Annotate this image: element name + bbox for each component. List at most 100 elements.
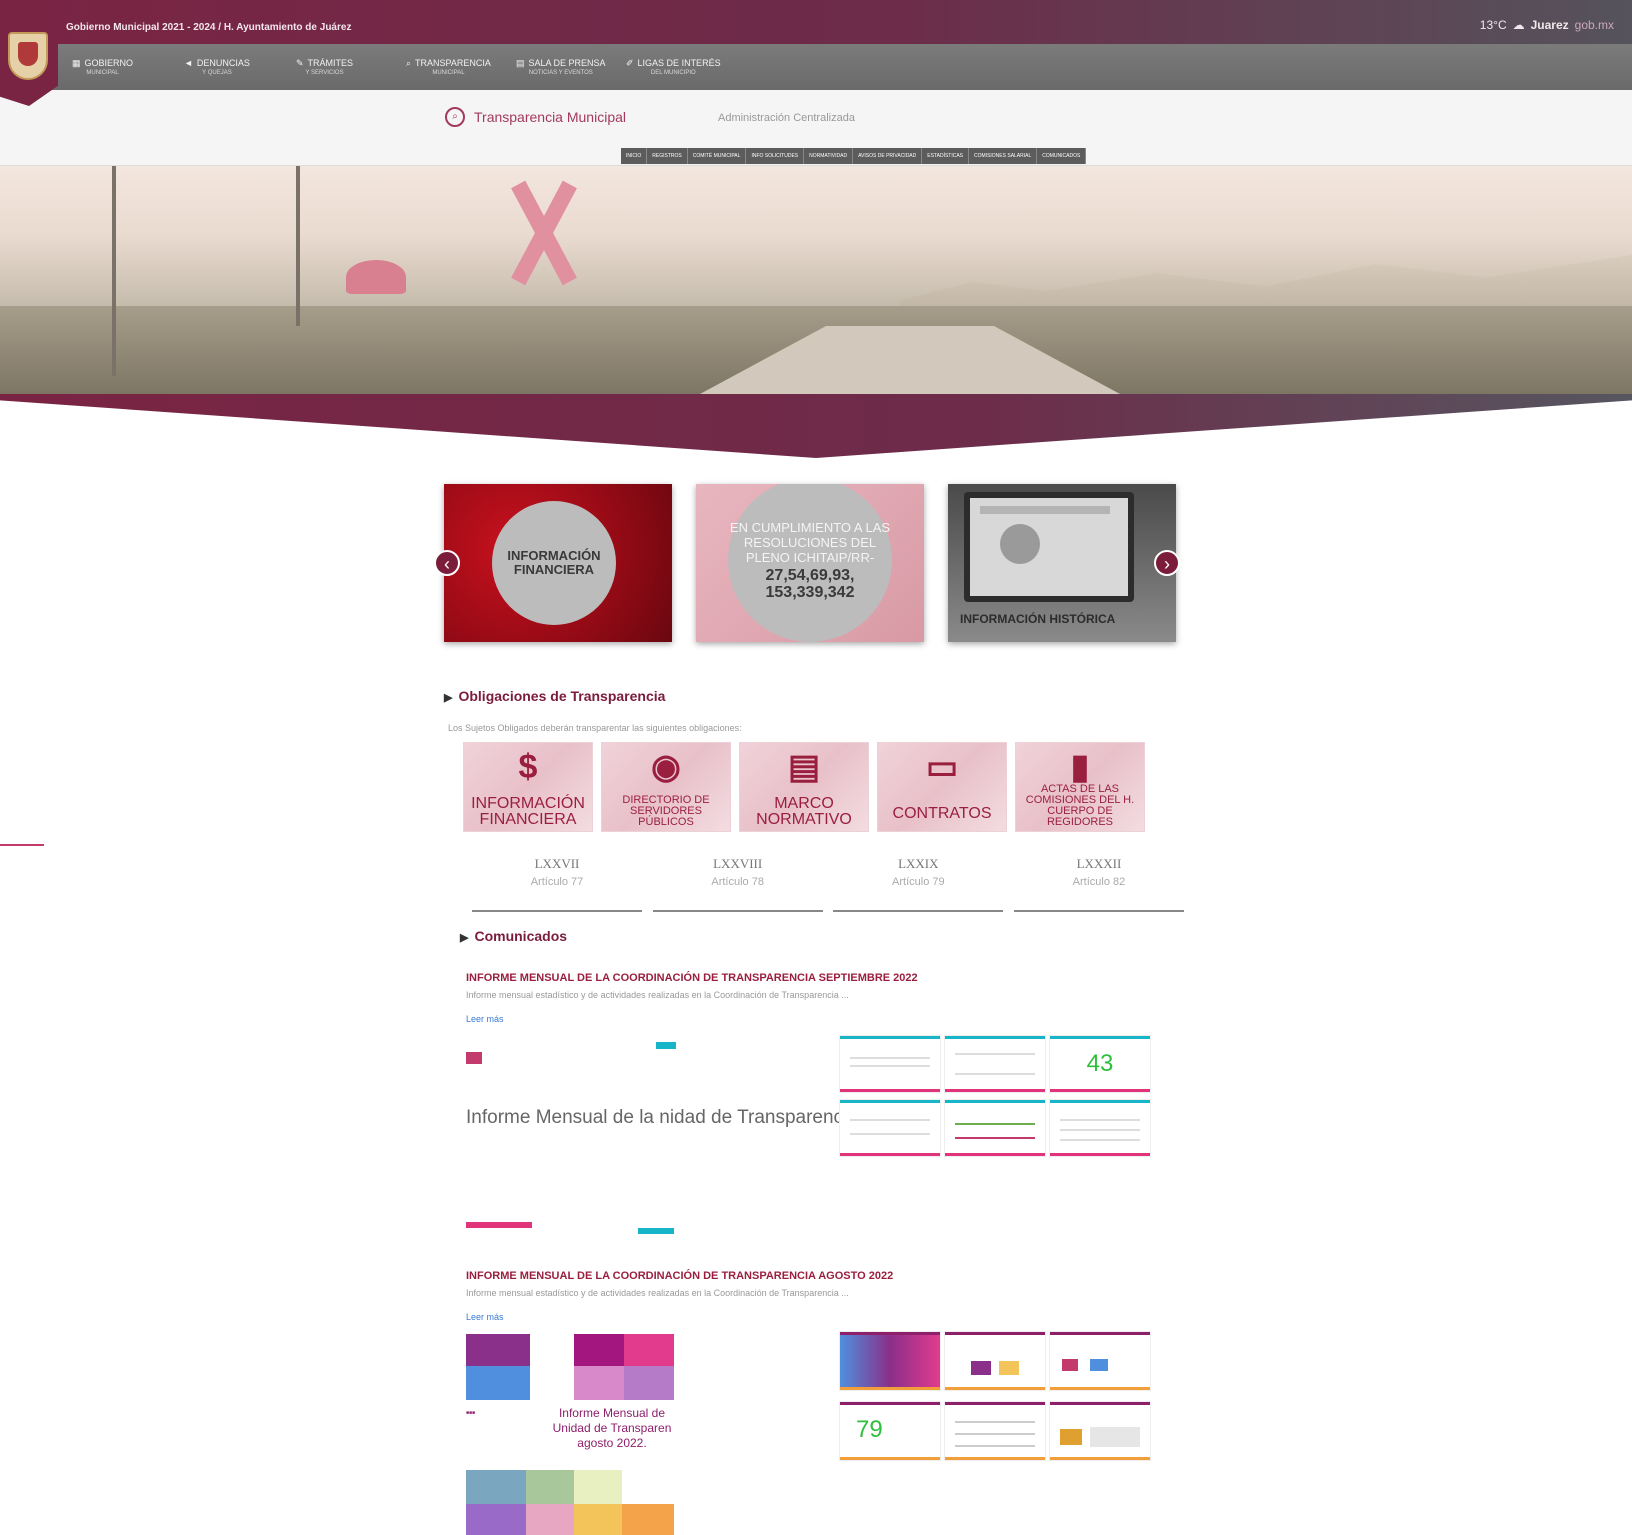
subnav-normatividad[interactable]: NORMATIVIDAD bbox=[804, 148, 854, 164]
slide-resoluciones[interactable]: EN CUMPLIMIENTO A LAS RESOLUCIONES DEL P… bbox=[696, 484, 924, 642]
report-page-thumb[interactable] bbox=[840, 1036, 940, 1092]
color-block bbox=[466, 1334, 530, 1366]
article-79[interactable]: LXXIX Artículo 79 bbox=[833, 856, 1004, 912]
color-block bbox=[622, 1504, 674, 1535]
thumb-number: 43 bbox=[1086, 1050, 1114, 1077]
report-page-thumb[interactable] bbox=[945, 1036, 1045, 1092]
search-icon: ⌕ bbox=[406, 58, 412, 68]
report-page-thumb[interactable] bbox=[945, 1100, 1045, 1156]
building-icon: ▦ bbox=[72, 58, 81, 68]
text-line bbox=[850, 1133, 930, 1135]
slide-text: EN CUMPLIMIENTO A LAS RESOLUCIONES DEL P… bbox=[729, 519, 891, 565]
brand-suffix: gob.mx bbox=[1574, 18, 1614, 32]
article-78[interactable]: LXXVIII Artículo 78 bbox=[652, 856, 823, 912]
subnav-solicitudes[interactable]: INFO SOLICITUDES bbox=[746, 148, 805, 164]
text-line bbox=[1060, 1119, 1140, 1121]
slide-circle: EN CUMPLIMIENTO A LAS RESOLUCIONES DEL P… bbox=[728, 484, 892, 642]
thumb-number: 79 bbox=[856, 1416, 883, 1443]
slide-informacion-historica[interactable]: INFORMACIÓN HISTÓRICA bbox=[948, 484, 1176, 642]
government-label: Gobierno Municipal 2021 - 2024 / H. Ayun… bbox=[66, 22, 352, 33]
page-title[interactable]: Transparencia Municipal bbox=[474, 109, 626, 125]
search-icon: ⌕ bbox=[445, 107, 465, 127]
report-page-thumb[interactable]: 79 bbox=[840, 1402, 940, 1460]
subnav-inicio[interactable]: INICIO bbox=[621, 148, 648, 164]
report-page-thumb[interactable] bbox=[945, 1402, 1045, 1460]
report-page-thumb[interactable] bbox=[840, 1332, 940, 1390]
nav-gobierno[interactable]: ▦ GOBIERNO MUNICIPAL bbox=[72, 58, 133, 78]
color-block bbox=[624, 1334, 674, 1366]
text-line bbox=[850, 1065, 930, 1067]
pencil-icon: ✎ bbox=[296, 58, 304, 68]
subnav-comunicados[interactable]: COMUNICADOS bbox=[1037, 148, 1087, 164]
carousel-next-arrow-icon[interactable]: › bbox=[1154, 550, 1180, 576]
laptop-image bbox=[964, 492, 1134, 602]
subnav-registros[interactable]: REGISTROS bbox=[647, 148, 688, 164]
transparency-header: ⌕ Transparencia Municipal Administración… bbox=[0, 90, 1632, 166]
article-82[interactable]: LXXXII Artículo 82 bbox=[1013, 856, 1184, 912]
read-more-link[interactable]: Leer más bbox=[466, 1312, 504, 1322]
chevron-band bbox=[0, 394, 1632, 458]
report-cover-image[interactable]: Informe Mensual de la nidad de Transpare… bbox=[466, 1036, 847, 1250]
obligation-tiles: $ INFORMACIÓN FINANCIERA ◉ DIRECTORIO DE… bbox=[463, 742, 1145, 832]
read-more-link[interactable]: Leer más bbox=[466, 1014, 504, 1024]
nav-transparencia[interactable]: ⌕ TRANSPARENCIA MUNICIPAL bbox=[406, 58, 491, 78]
subnav-avisos[interactable]: AVISOS DE PRIVACIDAD bbox=[853, 148, 923, 164]
tile-informacion-financiera[interactable]: $ INFORMACIÓN FINANCIERA bbox=[463, 742, 593, 832]
post-title[interactable]: INFORME MENSUAL DE LA COORDINACIÓN DE TR… bbox=[466, 1270, 893, 1282]
report-page-thumb[interactable] bbox=[840, 1100, 940, 1156]
tile-directorio[interactable]: ◉ DIRECTORIO DE SERVIDORES PÚBLICOS bbox=[601, 742, 731, 832]
color-block bbox=[466, 1470, 526, 1504]
report-page-thumb[interactable]: 43 bbox=[1050, 1036, 1150, 1092]
carousel-prev-arrow-icon[interactable]: ‹ bbox=[434, 550, 460, 576]
top-bar-right: 13°C ☁ Juarez gob.mx bbox=[1480, 18, 1614, 32]
logo-shape bbox=[1090, 1359, 1108, 1371]
color-block bbox=[526, 1504, 574, 1535]
triangle-right-icon: ▶ bbox=[460, 932, 469, 944]
report-page-thumb[interactable] bbox=[1050, 1100, 1150, 1156]
table-line bbox=[955, 1445, 1035, 1447]
report-thumbnails: 79 bbox=[840, 1332, 1150, 1460]
shield-icon bbox=[8, 32, 48, 80]
report-page-thumb[interactable] bbox=[1050, 1402, 1150, 1460]
temperature: 13°C bbox=[1479, 18, 1507, 32]
cover-title: Informe Mensual de Unidad de Transparen … bbox=[552, 1406, 672, 1450]
folder-shape bbox=[1060, 1429, 1082, 1445]
slide-label: INFORMACIÓN FINANCIERA bbox=[492, 501, 616, 625]
obligaciones-heading: ▶ Obligaciones de Transparencia bbox=[444, 688, 666, 704]
link-icon: ✐ bbox=[626, 58, 634, 68]
post-title[interactable]: INFORME MENSUAL DE LA COORDINACIÓN DE TR… bbox=[466, 972, 918, 984]
subnav-comite[interactable]: COMITÉ MUNICIPAL bbox=[688, 148, 747, 164]
dome-structure bbox=[346, 260, 406, 294]
slide-caption: INFORMACIÓN HISTÓRICA bbox=[960, 612, 1116, 626]
decor-bar bbox=[466, 1222, 532, 1228]
article-77[interactable]: LXXVII Artículo 77 bbox=[472, 856, 642, 912]
nav-sala-prensa[interactable]: ▤ SALA DE PRENSA NOTICIAS Y EVENTOS bbox=[516, 58, 606, 78]
subnav-comisiones[interactable]: COMISIONES SALARIAL bbox=[969, 148, 1038, 164]
text-line bbox=[955, 1053, 1035, 1055]
main-nav: ▦ GOBIERNO MUNICIPAL ◄ DENUNCIAS Y QUEJAS ✎ T… bbox=[0, 44, 1632, 90]
megaphone-icon: ◄ bbox=[184, 58, 193, 68]
text-line bbox=[850, 1119, 930, 1121]
report-page-thumb[interactable] bbox=[945, 1332, 1045, 1390]
subnav-estadisticas[interactable]: ESTADÍSTICAS bbox=[922, 148, 970, 164]
report-cover-image[interactable]: ■■■ Informe Mensual de Unidad de Transpa… bbox=[466, 1334, 674, 1535]
nav-ligas[interactable]: ✐ LIGAS DE INTERÉS DEL MUNICIPIO bbox=[626, 58, 721, 78]
report-page-thumb[interactable] bbox=[1050, 1332, 1150, 1390]
newspaper-icon: ▤ bbox=[516, 58, 525, 68]
tile-actas[interactable]: ▮ ACTAS DE LAS COMISIONES DEL H. CUERPO … bbox=[1015, 742, 1145, 832]
color-block bbox=[466, 1366, 530, 1400]
table-shape bbox=[1090, 1427, 1140, 1447]
admin-label: Administración Centralizada bbox=[718, 112, 855, 124]
brand-name[interactable]: Juarez bbox=[1531, 18, 1569, 32]
report-thumbnails: 43 bbox=[840, 1036, 1150, 1160]
text-line bbox=[1060, 1139, 1140, 1141]
nav-denuncias[interactable]: ◄ DENUNCIAS Y QUEJAS bbox=[184, 58, 250, 78]
tile-marco-normativo[interactable]: ▤ MARCO NORMATIVO bbox=[739, 742, 869, 832]
tile-contratos[interactable]: ▭ CONTRATOS bbox=[877, 742, 1007, 832]
nav-tramites[interactable]: ✎ TRÁMITES Y SERVICIOS bbox=[296, 58, 353, 78]
hero-banner-image bbox=[0, 166, 1632, 394]
weather-cloud-icon: ☁ bbox=[1512, 18, 1525, 32]
sub-nav: INICIO REGISTROS COMITÉ MUNICIPAL INFO S… bbox=[621, 148, 1087, 164]
slide-informacion-financiera[interactable]: INFORMACIÓN FINANCIERA bbox=[444, 484, 672, 642]
top-bar: Gobierno Municipal 2021 - 2024 / H. Ayun… bbox=[0, 0, 1632, 44]
